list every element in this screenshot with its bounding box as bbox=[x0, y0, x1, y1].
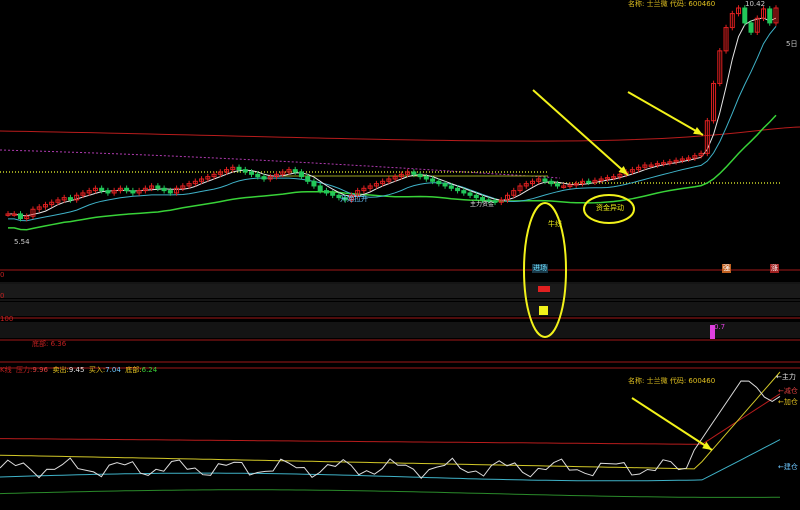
bull-line-annotation: 牛线 bbox=[548, 220, 562, 228]
candle-body bbox=[249, 171, 255, 175]
candle-body bbox=[548, 180, 554, 185]
right-edge-label: 5日 bbox=[786, 40, 798, 48]
lower-stock-code: 600460 bbox=[688, 377, 716, 385]
stock-header: 名称: 士兰微 代码: 600460 bbox=[628, 0, 715, 9]
candle-body bbox=[442, 183, 448, 187]
candle-body bbox=[742, 7, 748, 24]
fund-anomaly-annotation: 资金异动 bbox=[596, 204, 624, 212]
ind-item-4: 底部:6.24 bbox=[125, 366, 158, 374]
candle-body bbox=[161, 187, 167, 192]
candle-body bbox=[255, 173, 261, 178]
stock-name: 士兰微 bbox=[646, 0, 668, 8]
candle bbox=[767, 6, 773, 26]
candle-body bbox=[586, 180, 592, 184]
legend-add: ←加仓 bbox=[778, 398, 798, 406]
max-price-label: 10.42 bbox=[745, 0, 766, 8]
ind-item-3: 买入:7.04 bbox=[88, 366, 121, 374]
candle-body bbox=[155, 185, 161, 189]
entry-tag: 进场 bbox=[532, 264, 548, 273]
stock-code: 600460 bbox=[688, 0, 716, 8]
candle-body bbox=[767, 8, 773, 24]
candle-body bbox=[473, 194, 479, 199]
candle-body bbox=[17, 213, 23, 220]
candle-body bbox=[330, 192, 336, 196]
entry-red-marker bbox=[538, 286, 550, 292]
candle-body bbox=[99, 187, 105, 192]
lower-stock-name: 士兰微 bbox=[646, 377, 668, 385]
ind-item-2: 卖出:9.45 bbox=[52, 366, 85, 374]
min-price-label: 5.54 bbox=[14, 238, 30, 246]
legend-main: ←主力 bbox=[776, 373, 796, 381]
indicator-header: K线 压力:9.96 卖出:9.45 买入:7.04 底部:6.24 bbox=[0, 366, 157, 375]
candle-body bbox=[436, 180, 442, 185]
candle-body bbox=[467, 192, 473, 196]
candle-body bbox=[455, 187, 461, 192]
legend-reduce: ←减仓 bbox=[778, 387, 798, 395]
candle-body bbox=[167, 190, 173, 194]
candle-body bbox=[67, 197, 73, 201]
candle-body bbox=[298, 171, 304, 178]
code-label: 代码: bbox=[669, 0, 687, 8]
candle-body bbox=[323, 190, 329, 194]
entry-yellow-marker bbox=[539, 306, 548, 315]
candle-body bbox=[448, 185, 454, 189]
ind-item-0: K线 bbox=[0, 366, 12, 374]
candle-body bbox=[317, 185, 323, 192]
candle-body bbox=[305, 176, 311, 182]
candle-body bbox=[461, 190, 467, 194]
ind-item-1: 压力:9.96 bbox=[16, 366, 48, 374]
candle-body bbox=[311, 180, 317, 187]
candle-body bbox=[261, 176, 267, 180]
legend-build: ←建仓 bbox=[778, 463, 798, 471]
sub2-bottom-label: 底部: 6.36 bbox=[32, 340, 67, 348]
candle-body bbox=[130, 190, 136, 194]
sub2-top-label: 100 bbox=[0, 315, 14, 323]
sub-band-1 bbox=[0, 284, 800, 298]
sub-band-3 bbox=[0, 322, 800, 338]
sub1-label-b: 0 bbox=[0, 292, 5, 300]
candle-body bbox=[124, 187, 130, 192]
candle-body bbox=[292, 169, 298, 173]
lower-code-label: 代码: bbox=[669, 377, 687, 385]
main-fund-annotation: 主力资金 bbox=[470, 201, 495, 208]
candle-body bbox=[242, 169, 248, 173]
candle-body bbox=[554, 183, 560, 187]
rise-tag: 涨 bbox=[770, 264, 779, 273]
sub1-label-a: 0 bbox=[0, 271, 5, 279]
lower-header: 名称: 士兰微 代码: 600460 bbox=[628, 377, 715, 386]
stock-chart: 名称: 士兰微 代码: 600460 10.42 5日 5.54 牛线 资金异动… bbox=[0, 0, 800, 506]
candle-body bbox=[430, 178, 436, 182]
candle-body bbox=[411, 171, 417, 175]
sub2-bar-label: 0.7 bbox=[714, 323, 726, 331]
candle-body bbox=[105, 190, 111, 194]
name-label: 名称: bbox=[628, 0, 645, 8]
candle-body bbox=[423, 176, 429, 180]
candle-body bbox=[748, 22, 754, 33]
lower-name-label: 名称: bbox=[628, 377, 645, 385]
sub-band-2 bbox=[0, 302, 800, 314]
candle-body bbox=[417, 173, 423, 178]
candle-body bbox=[236, 166, 242, 171]
candlestick-chart bbox=[0, 0, 800, 506]
start-rising-annotation: 开始拉升 bbox=[340, 195, 368, 203]
candle-body bbox=[542, 178, 548, 182]
strong-tag: 强 bbox=[722, 264, 731, 273]
